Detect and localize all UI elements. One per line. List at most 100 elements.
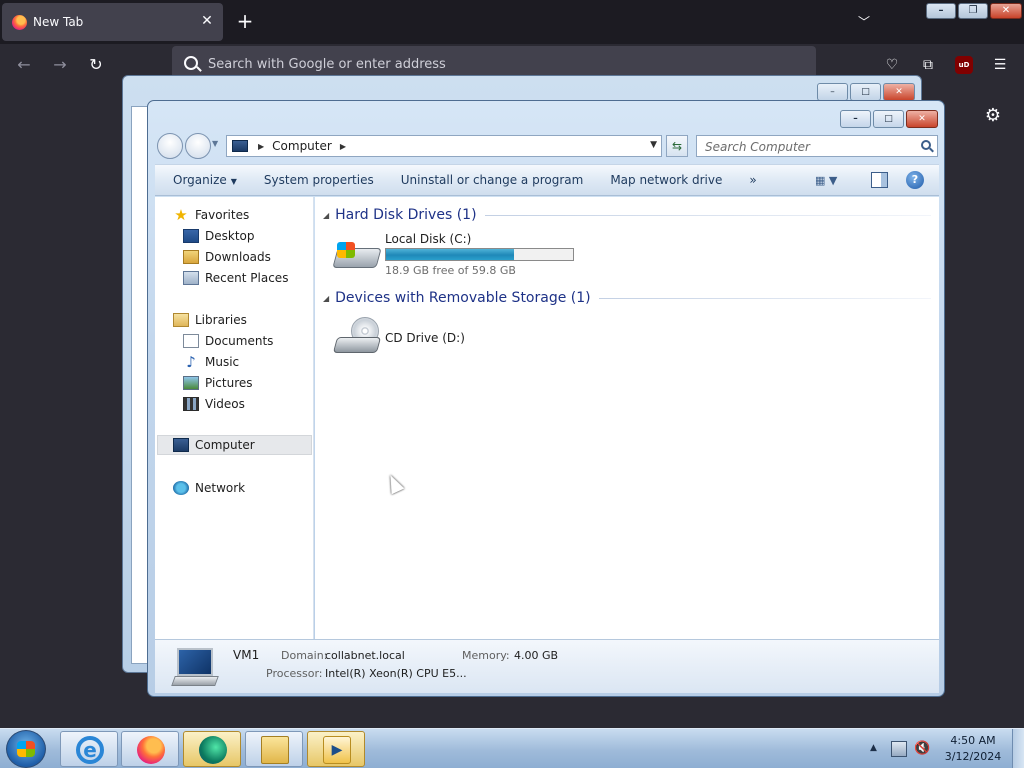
back-button[interactable]: [157, 133, 183, 159]
window-close-button[interactable]: ✕: [990, 3, 1022, 19]
nav-label: Downloads: [205, 250, 271, 264]
command-bar: Organize ▼ System properties Uninstall or…: [155, 164, 939, 196]
bg-maximize-button[interactable]: □: [850, 83, 881, 101]
breadcrumb-arrow-icon[interactable]: ▶: [340, 142, 346, 151]
edge-icon: [199, 736, 227, 764]
uninstall-program-button[interactable]: Uninstall or change a program: [392, 169, 593, 191]
search-input[interactable]: [705, 139, 905, 154]
network-globe-icon: [173, 481, 189, 495]
volume-muted-icon[interactable]: 🔇: [914, 741, 930, 757]
pocket-icon[interactable]: ♡: [883, 56, 901, 74]
preview-pane-icon[interactable]: [871, 172, 888, 188]
address-bar[interactable]: ▶ Computer ▶ ▼: [226, 135, 662, 157]
firefox-favicon-icon: [12, 14, 27, 30]
collapse-triangle-icon[interactable]: ◢: [323, 294, 329, 303]
drive-local-disk-c[interactable]: Local Disk (C:) 18.9 GB free of 59.8 GB: [332, 232, 574, 278]
group-header-hard-disk-drives[interactable]: ◢ Hard Disk Drives (1): [315, 205, 931, 225]
explorer-close-button[interactable]: ✕: [906, 110, 938, 128]
recent-pages-chevron-icon[interactable]: ▼: [212, 139, 218, 148]
forward-arrow-icon[interactable]: →: [49, 54, 71, 76]
domain-label: Domain:: [281, 649, 328, 662]
close-icon: ✕: [1001, 5, 1011, 16]
media-player-icon: ▶: [323, 736, 351, 764]
ublock-origin-icon[interactable]: uD: [955, 56, 973, 74]
nav-label: Recent Places: [205, 271, 289, 285]
drive-cd-d[interactable]: CD Drive (D:): [332, 317, 473, 377]
tab-title: New Tab: [33, 15, 84, 29]
taskbar-edge[interactable]: [183, 731, 241, 767]
videos-film-icon: [183, 397, 199, 411]
explorer-maximize-button[interactable]: □: [873, 110, 904, 128]
window-restore-button[interactable]: ❐: [958, 3, 988, 19]
tab-close-icon[interactable]: ✕: [199, 13, 215, 29]
bg-minimize-button[interactable]: –: [817, 83, 848, 101]
nav-label: Favorites: [195, 208, 250, 222]
computer-name: VM1: [233, 648, 260, 662]
url-input[interactable]: [208, 54, 768, 74]
cd-drive-body: [332, 337, 382, 353]
refresh-icon[interactable]: ⇆: [666, 135, 688, 157]
search-icon[interactable]: [921, 140, 931, 150]
explorer-window: – □ ✕ ▼ ▶ Computer ▶ ▼ ⇆ Organize▼ Syste…: [147, 100, 945, 697]
nav-documents[interactable]: Documents: [183, 331, 273, 351]
nav-libraries[interactable]: Libraries: [173, 310, 247, 330]
show-hidden-icons-arrow-icon[interactable]: ▲: [870, 743, 877, 753]
forward-button[interactable]: [185, 133, 211, 159]
nav-computer[interactable]: Computer: [157, 435, 312, 455]
collapse-triangle-icon[interactable]: ◢: [323, 211, 329, 220]
nav-downloads[interactable]: Downloads: [183, 247, 271, 267]
nav-desktop[interactable]: Desktop: [183, 226, 255, 246]
taskbar: e ▶ ▲ 🔇 4:50 AM 3/12/2024: [0, 728, 1024, 768]
organize-button[interactable]: Organize ▼: [164, 169, 246, 191]
disk-usage-bar: [385, 248, 574, 261]
start-button[interactable]: [6, 730, 46, 768]
music-note-icon: ♪: [186, 353, 196, 371]
downloads-folder-icon: [183, 250, 199, 264]
disk-usage-fill: [386, 249, 514, 260]
nav-favorites[interactable]: ★ Favorites: [173, 205, 249, 225]
system-clock[interactable]: 4:50 AM 3/12/2024: [940, 733, 1006, 765]
back-arrow-icon[interactable]: ←: [13, 54, 35, 76]
system-properties-button[interactable]: System properties: [255, 169, 383, 191]
browser-tab-bar: New Tab ✕ + ﹀ – ❐ ✕: [0, 0, 1024, 44]
explorer-minimize-button[interactable]: –: [840, 110, 871, 128]
memory-value: 4.00 GB: [514, 649, 559, 662]
change-view-button[interactable]: ▦ ▼: [815, 171, 855, 191]
extensions-icon[interactable]: ⧉: [919, 56, 937, 74]
navigation-pane: ★ Favorites Desktop Downloads Recent Plac…: [155, 197, 314, 639]
minimize-icon: –: [938, 5, 944, 16]
organize-label: Organize: [173, 173, 227, 187]
nav-network[interactable]: Network: [173, 478, 245, 498]
computer-icon: [173, 438, 189, 452]
map-network-drive-button[interactable]: Map network drive: [601, 169, 731, 191]
taskbar-internet-explorer[interactable]: e: [60, 731, 118, 767]
taskbar-windows-explorer[interactable]: [245, 731, 303, 767]
menu-icon[interactable]: ☰: [991, 56, 1009, 74]
nav-videos[interactable]: Videos: [183, 394, 245, 414]
nav-recent-places[interactable]: Recent Places: [183, 268, 288, 288]
more-commands-button[interactable]: »: [740, 169, 765, 191]
taskbar-firefox[interactable]: [121, 731, 179, 767]
settings-gear-icon[interactable]: ⚙: [983, 106, 1003, 126]
group-header-removable-storage[interactable]: ◢ Devices with Removable Storage (1): [315, 288, 931, 308]
tab-new-tab[interactable]: New Tab ✕: [2, 3, 223, 41]
show-desktop-button[interactable]: [1012, 729, 1024, 768]
dropdown-caret-icon: ▼: [230, 177, 237, 186]
taskbar-media-player[interactable]: ▶: [307, 731, 365, 767]
breadcrumb-computer[interactable]: Computer: [272, 139, 332, 153]
processor-value: Intel(R) Xeon(R) CPU E5...: [325, 667, 467, 680]
breadcrumb-arrow-icon[interactable]: ▶: [258, 142, 264, 151]
window-minimize-button[interactable]: –: [926, 3, 956, 19]
new-tab-plus-icon[interactable]: +: [234, 10, 256, 32]
computer-monitor-icon: [171, 648, 219, 686]
group-title: Hard Disk Drives (1): [335, 207, 477, 223]
nav-music[interactable]: ♪ Music: [183, 352, 239, 372]
nav-pictures[interactable]: Pictures: [183, 373, 253, 393]
reload-icon[interactable]: ↻: [85, 54, 107, 76]
bg-close-button[interactable]: ✕: [883, 83, 915, 101]
address-dropdown-icon[interactable]: ▼: [650, 140, 657, 150]
help-icon[interactable]: ?: [906, 171, 924, 189]
list-all-tabs-chevron-icon[interactable]: ﹀: [853, 12, 875, 32]
network-tray-icon[interactable]: [891, 741, 907, 757]
search-box[interactable]: [696, 135, 938, 157]
